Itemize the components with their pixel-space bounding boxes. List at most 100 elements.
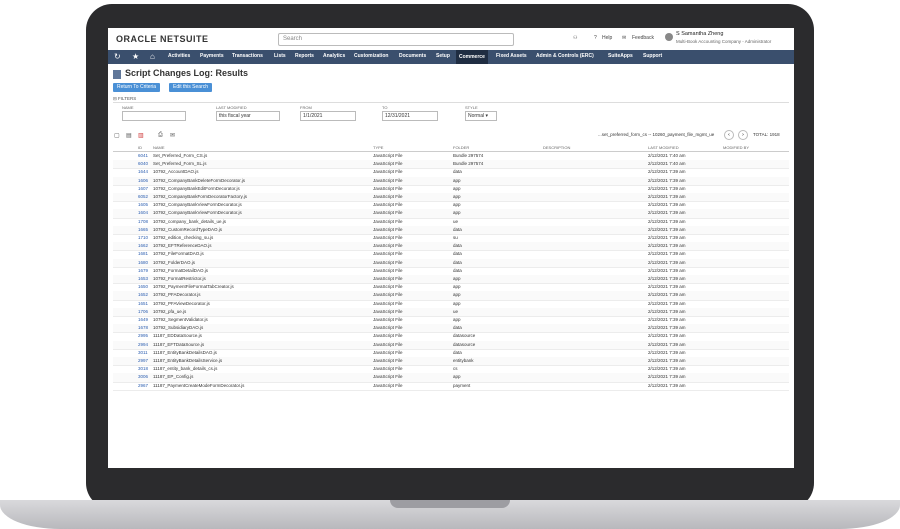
cell-id[interactable]: 1708 [138, 219, 148, 224]
cell-id[interactable]: 2994 [138, 342, 148, 347]
cell-name[interactable]: 11187_EFTDataSource.js [153, 342, 204, 347]
cell-id[interactable]: 1652 [138, 292, 148, 297]
cell-id[interactable]: 1680 [138, 260, 148, 265]
cell-name[interactable]: 10792_SubsidiaryDAO.js [153, 325, 203, 330]
col-folder[interactable]: FOLDER [453, 145, 469, 150]
cell-name[interactable]: 11187_EntityBankDetailsService.js [153, 358, 222, 363]
cell-name[interactable]: 10792_CompanyBankFormDecoratorFactory.js [153, 194, 247, 199]
cell-name[interactable]: 10792_SegmentValidator.js [153, 317, 208, 322]
cell-name[interactable]: Set_Preferred_Form_SL.js [153, 161, 207, 166]
cell-name[interactable]: 11187_EP_Config.js [153, 374, 193, 379]
help-icon[interactable]: ? [594, 35, 597, 41]
filters-header[interactable]: ⊟ FILTERS [113, 96, 789, 103]
cell-name[interactable]: 10792_FileFormatDAO.js [153, 251, 204, 256]
nav-payments[interactable]: Payments [200, 53, 224, 59]
user-name[interactable]: S Samantha Zheng [676, 31, 723, 37]
cell-id[interactable]: 3006 [138, 374, 148, 379]
col-description[interactable]: DESCRIPTION [543, 145, 570, 150]
cell-id[interactable]: 1651 [138, 301, 148, 306]
recent-icon[interactable]: ↻ [114, 52, 121, 61]
nav-reports[interactable]: Reports [295, 53, 314, 59]
cell-name[interactable]: 10792_CompanyBankViewFormDecorator.js [153, 202, 242, 207]
cell-name[interactable]: 10792_CompanyBankViewFormDecorator.js [153, 210, 242, 215]
export-csv-icon[interactable]: ▤ [126, 132, 132, 139]
cell-id[interactable]: 1710 [138, 235, 148, 240]
cell-id[interactable]: 6041 [138, 153, 148, 158]
feedback-link[interactable]: Feedback [632, 35, 654, 41]
last-modified-select[interactable]: this fiscal year [216, 111, 280, 121]
name-filter-input[interactable] [122, 111, 186, 121]
nav-documents[interactable]: Documents [399, 53, 426, 59]
nav-activities[interactable]: Activities [168, 53, 190, 59]
nav-analytics[interactable]: Analytics [323, 53, 345, 59]
cell-id[interactable]: 6052 [138, 194, 148, 199]
table-row[interactable]: 2967 11187_PaymentCreateModeFormDecorator… [113, 382, 789, 391]
people-icon[interactable]: ⚇ [573, 35, 577, 41]
export-pdf-icon[interactable]: ▥ [138, 132, 144, 139]
nav-suiteapps[interactable]: SuiteApps [608, 53, 633, 59]
cell-id[interactable]: 1649 [138, 317, 148, 322]
cell-id[interactable]: 1679 [138, 268, 148, 273]
cell-name[interactable]: 10792_AccountDAO.js [153, 169, 199, 174]
cell-name[interactable]: 10792_FormatDetailDAO.js [153, 268, 208, 273]
cell-id[interactable]: 2967 [138, 383, 148, 388]
cell-id[interactable]: 1604 [138, 210, 148, 215]
return-to-criteria-button[interactable]: Return To Criteria [113, 83, 161, 92]
col-name[interactable]: NAME [153, 145, 165, 150]
nav-admin-controls[interactable]: Admin & Controls (ERC) [536, 53, 594, 59]
cell-id[interactable]: 1665 [138, 227, 148, 232]
col-last-modified[interactable]: LAST MODIFIED [648, 145, 679, 150]
search-input[interactable]: Search [278, 33, 514, 46]
cell-name[interactable]: 10792_PaymentFileFormatTabCreator.js [153, 284, 234, 289]
cell-id[interactable]: 3018 [138, 366, 148, 371]
cell-name[interactable]: Set_Preferred_Form_CS.js [153, 153, 207, 158]
feedback-icon[interactable]: ✉ [622, 35, 626, 41]
cell-name[interactable]: 10792_CompanyBankEditFormDecorator.js [153, 186, 240, 191]
home-icon[interactable]: ⌂ [150, 52, 155, 61]
star-icon[interactable]: ★ [132, 52, 139, 61]
cell-id[interactable]: 1706 [138, 309, 148, 314]
cell-name[interactable]: 10792_CustomRecordTypeDAO.js [153, 227, 222, 232]
col-modified-by[interactable]: MODIFIED BY [723, 145, 749, 150]
cell-name[interactable]: 11187_EntityBankDetailsDAO.js [153, 350, 217, 355]
cell-name[interactable]: 10792_EFTReferenceDAO.js [153, 243, 212, 248]
new-icon[interactable]: ▢ [114, 132, 120, 139]
print-icon[interactable]: ⎙ [158, 132, 164, 138]
cell-name[interactable]: 10792_company_bank_details_ue.js [153, 219, 226, 224]
nav-customization[interactable]: Customization [354, 53, 388, 59]
cell-id[interactable]: 1607 [138, 186, 148, 191]
cell-id[interactable]: 1605 [138, 202, 148, 207]
nav-setup[interactable]: Setup [436, 53, 450, 59]
style-select[interactable]: Normal ▾ [465, 111, 497, 121]
prev-page-icon[interactable]: ‹ [724, 130, 734, 140]
cell-id[interactable]: 3011 [138, 350, 148, 355]
next-page-icon[interactable]: › [738, 130, 748, 140]
cell-name[interactable]: 10792_pfa_ue.js [153, 309, 186, 314]
cell-id[interactable]: 1678 [138, 325, 148, 330]
col-id[interactable]: ID [138, 145, 142, 150]
cell-id[interactable]: 1681 [138, 251, 148, 256]
col-type[interactable]: TYPE [373, 145, 383, 150]
nav-support[interactable]: Support [643, 53, 662, 59]
nav-lists[interactable]: Lists [274, 53, 286, 59]
cell-id[interactable]: 1662 [138, 243, 148, 248]
cell-name[interactable]: 10792_edition_checking_su.js [153, 235, 213, 240]
avatar[interactable] [665, 33, 673, 41]
cell-name[interactable]: 10792_FormatRestrictor.js [153, 276, 206, 281]
nav-commerce[interactable]: Commerce [456, 50, 488, 64]
cell-id[interactable]: 6040 [138, 161, 148, 166]
cell-name[interactable]: 10792_PFAViewDecorator.js [153, 301, 210, 306]
help-link[interactable]: Help [602, 35, 612, 41]
nav-transactions[interactable]: Transactions [232, 53, 263, 59]
netsuite-logo[interactable]: ORACLE NETSUITE [116, 34, 209, 44]
cell-id[interactable]: 1653 [138, 276, 148, 281]
cell-name[interactable]: 11187_EDDataSource.js [153, 333, 202, 338]
cell-name[interactable]: 10792_FolderDAO.js [153, 260, 195, 265]
email-icon[interactable]: ✉ [170, 132, 176, 139]
cell-name[interactable]: 11187_PaymentCreateModeFormDecorator.js [153, 383, 244, 388]
from-date-input[interactable]: 1/1/2021 [300, 111, 356, 121]
to-date-input[interactable]: 12/31/2021 [382, 111, 438, 121]
page-range-select[interactable]: ...set_preferred_form_cs -- 10260_paymen… [598, 132, 714, 137]
cell-name[interactable]: 11187_entity_bank_details_cs.js [153, 366, 217, 371]
cell-id[interactable]: 2997 [138, 358, 148, 363]
